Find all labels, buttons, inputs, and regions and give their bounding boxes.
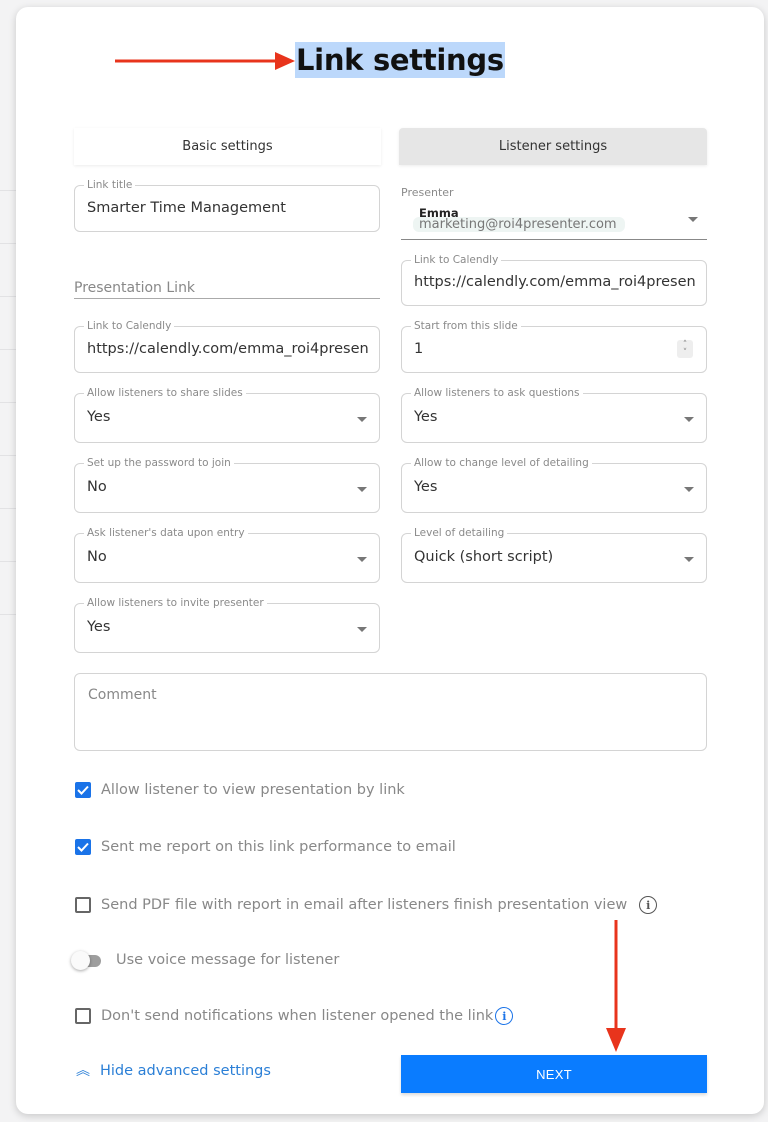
dropdown-caret-icon: [357, 417, 367, 422]
number-stepper[interactable]: ˄ ˅: [677, 340, 693, 358]
hide-advanced-label: Hide advanced settings: [100, 1063, 271, 1079]
tab-basic-settings[interactable]: Basic settings: [74, 128, 381, 165]
ask-questions-select[interactable]: Allow listeners to ask questions Yes: [401, 386, 707, 443]
background-page-left: [0, 0, 16, 1122]
link-to-calendly-field-right[interactable]: Link to Calendly https://calendly.com/em…: [401, 253, 707, 306]
option-send-pdf[interactable]: Send PDF file with report in email after…: [75, 895, 658, 915]
dropdown-caret-icon: [684, 417, 694, 422]
comment-placeholder: Comment: [88, 687, 157, 703]
dropdown-caret-icon: [684, 487, 694, 492]
ask-data-label: Ask listener's data upon entry: [84, 526, 248, 540]
share-slides-value: Yes: [87, 409, 111, 425]
link-to-calendly-value: https://calendly.com/emma_roi4presen: [87, 341, 369, 357]
hide-advanced-settings-link[interactable]: ︽ Hide advanced settings: [76, 1063, 271, 1079]
option-voice-message[interactable]: Use voice message for listener: [71, 950, 339, 970]
change-detailing-label: Allow to change level of detailing: [411, 456, 592, 470]
password-select[interactable]: Set up the password to join No: [74, 456, 380, 513]
share-slides-select[interactable]: Allow listeners to share slides Yes: [74, 386, 380, 443]
password-value: No: [87, 479, 107, 495]
comment-textarea[interactable]: Comment: [74, 673, 707, 751]
next-button[interactable]: NEXT: [401, 1055, 707, 1093]
presentation-link-placeholder: Presentation Link: [74, 280, 196, 296]
change-detailing-value: Yes: [414, 479, 438, 495]
check-icon: [77, 842, 89, 852]
invite-presenter-value: Yes: [87, 619, 111, 635]
start-slide-input[interactable]: Start from this slide 1 ˄ ˅: [401, 319, 707, 373]
chevron-double-up-icon: ︽: [76, 1063, 90, 1079]
option-label: Allow listener to view presentation by l…: [101, 782, 405, 798]
checkbox-unchecked[interactable]: [75, 1008, 91, 1024]
checkbox-checked[interactable]: [75, 839, 91, 855]
voice-message-toggle[interactable]: [71, 950, 105, 970]
annotation-arrow-down-icon: [606, 920, 626, 1052]
start-slide-value: 1: [414, 341, 424, 357]
link-title-label: Link title: [84, 178, 136, 192]
checkbox-checked[interactable]: [75, 782, 91, 798]
link-to-calendly-label: Link to Calendly: [411, 253, 502, 267]
presentation-link-input[interactable]: Presentation Link: [74, 272, 380, 299]
presenter-label: Presenter: [401, 186, 454, 199]
ask-questions-value: Yes: [414, 409, 438, 425]
dropdown-caret-icon: [357, 487, 367, 492]
ask-data-select[interactable]: Ask listener's data upon entry No: [74, 526, 380, 583]
stepper-down-icon[interactable]: ˅: [683, 348, 688, 358]
check-icon: [77, 785, 89, 795]
start-slide-label: Start from this slide: [411, 319, 521, 333]
dropdown-caret-icon: [684, 557, 694, 562]
dropdown-caret-icon: [357, 557, 367, 562]
password-label: Set up the password to join: [84, 456, 234, 470]
invite-presenter-select[interactable]: Allow listeners to invite presenter Yes: [74, 596, 380, 653]
presenter-select[interactable]: Presenter Emma marketing@roi4presenter.c…: [401, 184, 707, 240]
info-icon[interactable]: i: [639, 896, 658, 914]
option-no-notifications[interactable]: Don't send notifications when listener o…: [75, 1006, 514, 1026]
level-detailing-select[interactable]: Level of detailing Quick (short script): [401, 526, 707, 583]
link-title-value: Smarter Time Management: [87, 200, 286, 216]
dropdown-caret-icon: [357, 627, 367, 632]
level-detailing-value: Quick (short script): [414, 549, 554, 565]
checkbox-unchecked[interactable]: [75, 897, 91, 913]
link-to-calendly-label: Link to Calendly: [84, 319, 175, 333]
level-detailing-label: Level of detailing: [411, 526, 508, 540]
option-label: Send PDF file with report in email after…: [101, 897, 628, 913]
change-detailing-select[interactable]: Allow to change level of detailing Yes: [401, 456, 707, 513]
tab-listener-settings[interactable]: Listener settings: [399, 128, 707, 165]
toggle-knob[interactable]: [71, 951, 90, 970]
ask-questions-label: Allow listeners to ask questions: [411, 386, 583, 400]
option-label: Sent me report on this link performance …: [101, 839, 456, 855]
ask-data-value: No: [87, 549, 107, 565]
option-label: Don't send notifications when listener o…: [101, 1008, 494, 1024]
link-to-calendly-value: https://calendly.com/emma_roi4presen: [414, 274, 696, 290]
link-title-field[interactable]: Link title Smarter Time Management: [74, 178, 380, 232]
annotation-arrow-right-icon: [115, 52, 295, 70]
title-wrap: Link settings: [295, 42, 505, 78]
info-icon[interactable]: i: [495, 1007, 514, 1025]
option-view-by-link[interactable]: Allow listener to view presentation by l…: [75, 780, 405, 800]
link-to-calendly-field-left[interactable]: Link to Calendly https://calendly.com/em…: [74, 319, 380, 373]
share-slides-label: Allow listeners to share slides: [84, 386, 246, 400]
option-label: Use voice message for listener: [116, 952, 340, 968]
invite-presenter-label: Allow listeners to invite presenter: [84, 596, 267, 610]
modal-title: Link settings: [295, 42, 505, 78]
presenter-email: marketing@roi4presenter.com: [413, 217, 625, 232]
settings-tabs: Basic settings Listener settings: [74, 128, 707, 165]
option-send-report[interactable]: Sent me report on this link performance …: [75, 837, 456, 857]
dropdown-caret-icon: [688, 217, 698, 222]
